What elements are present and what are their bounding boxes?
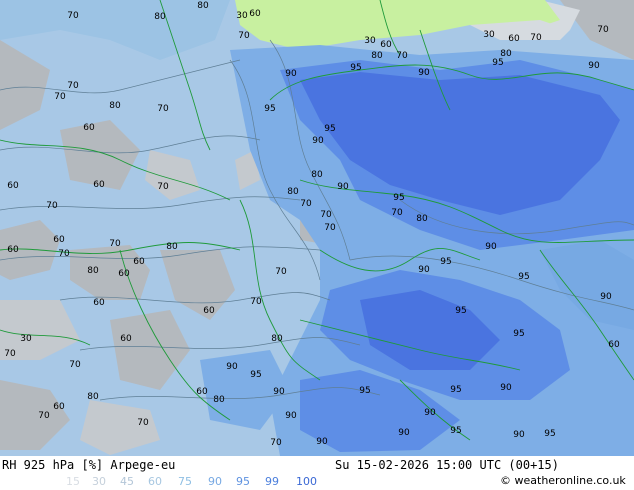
contour-label: 70: [54, 92, 66, 102]
contour-label: 90: [600, 292, 612, 302]
contour-label: 30: [20, 334, 32, 344]
contour-label: 70: [530, 33, 542, 43]
contour-label: 95: [492, 58, 503, 68]
contour-label: 30: [236, 11, 248, 21]
contour-label: 90: [285, 411, 297, 421]
contour-label: 70: [250, 297, 262, 307]
contour-label: 95: [440, 257, 451, 267]
rh-map: 70 808030 6070 30 6080 7030 60 70709095 90958090…: [0, 0, 634, 456]
contour-label: 80: [87, 266, 99, 276]
contour-label: 90: [418, 265, 430, 275]
contour-label: 90: [588, 61, 600, 71]
contour-label: 70: [58, 249, 70, 259]
contour-label: 95: [393, 193, 404, 203]
contour-label: 70: [320, 210, 332, 220]
contour-label: 95: [264, 104, 275, 114]
contour-label: 80: [154, 12, 166, 22]
contour-label: 70: [238, 31, 250, 41]
contour-label: 70: [4, 349, 16, 359]
contour-label: 60: [380, 40, 392, 50]
contour-label: 60: [93, 180, 105, 190]
legend-value: 100: [296, 475, 317, 488]
contour-label: 30: [364, 36, 376, 46]
contour-label: 70: [69, 360, 81, 370]
contour-label: 60: [508, 34, 520, 44]
contour-label: 60: [118, 269, 130, 279]
contour-label: 90: [500, 383, 512, 393]
contour-label: 70: [597, 25, 609, 35]
contour-label: 95: [250, 370, 261, 380]
contour-label: 60: [7, 245, 19, 255]
contour-label: 80: [416, 214, 428, 224]
legend-value: 15: [66, 475, 80, 488]
contour-label: 95: [450, 385, 461, 395]
contour-label: 90: [226, 362, 238, 372]
contour-label: 80: [500, 49, 512, 59]
contour-label: 60: [608, 340, 620, 350]
contour-label: 90: [285, 69, 297, 79]
contour-label: 70: [67, 11, 79, 21]
credit-link[interactable]: © weatheronline.co.uk: [500, 474, 626, 487]
contour-label: 70: [270, 438, 282, 448]
contour-label: 60: [53, 235, 65, 245]
contour-label: 60: [249, 9, 261, 19]
contour-label: 70: [137, 418, 149, 428]
contour-label: 70: [46, 201, 58, 211]
contour-label: 90: [312, 136, 324, 146]
contour-label: 90: [316, 437, 328, 447]
contour-label: 60: [7, 181, 19, 191]
contour-label: 90: [337, 182, 349, 192]
contour-label: 70: [300, 199, 312, 209]
contour-label: 95: [518, 272, 529, 282]
contour-label: 80: [213, 395, 225, 405]
valid-time: Su 15-02-2026 15:00 UTC (00+15): [335, 458, 559, 472]
legend-value: 30: [92, 475, 106, 488]
legend-value: 95: [236, 475, 250, 488]
contour-label: 80: [197, 1, 209, 11]
contour-label: 95: [359, 386, 370, 396]
legend-value: 75: [178, 475, 192, 488]
contour-label: 70: [324, 223, 336, 233]
contour-label: 90: [273, 387, 285, 397]
legend-value: 60: [148, 475, 162, 488]
contour-label: 60: [93, 298, 105, 308]
contour-label: 80: [287, 187, 299, 197]
legend-value: 99: [265, 475, 279, 488]
contour-label: 70: [391, 208, 403, 218]
contour-label: 95: [350, 63, 361, 73]
contour-label: 80: [371, 51, 383, 61]
contour-label: 90: [513, 430, 525, 440]
contour-label: 60: [53, 402, 65, 412]
contour-label: 90: [398, 428, 410, 438]
contour-label: 60: [203, 306, 215, 316]
contour-label: 70: [67, 81, 79, 91]
contour-label: 60: [196, 387, 208, 397]
contour-label: 95: [513, 329, 524, 339]
contour-label: 80: [87, 392, 99, 402]
contour-label: 70: [275, 267, 287, 277]
contour-label: 60: [133, 257, 145, 267]
contour-label: 90: [418, 68, 430, 78]
contour-label: 30: [483, 30, 495, 40]
contour-label: 70: [38, 411, 50, 421]
legend-value: 90: [208, 475, 222, 488]
contour-label: 90: [424, 408, 436, 418]
contour-label: 95: [455, 306, 466, 316]
contour-label: 95: [324, 124, 335, 134]
contour-label: 80: [109, 101, 121, 111]
contour-label: 80: [311, 170, 323, 180]
contour-label: 80: [271, 334, 283, 344]
contour-label: 70: [157, 182, 169, 192]
contour-label: 70: [109, 239, 121, 249]
contour-label: 95: [544, 429, 555, 439]
contour-label: 80: [166, 242, 178, 252]
contour-label: 70: [396, 51, 408, 61]
legend-value: 45: [120, 475, 134, 488]
contour-label: 90: [485, 242, 497, 252]
map-title: RH 925 hPa [%] Arpege-eu: [2, 458, 176, 472]
contour-label: 60: [120, 334, 132, 344]
contour-label: 70: [157, 104, 169, 114]
contour-label: 95: [450, 426, 461, 436]
contour-label: 60: [83, 123, 95, 133]
